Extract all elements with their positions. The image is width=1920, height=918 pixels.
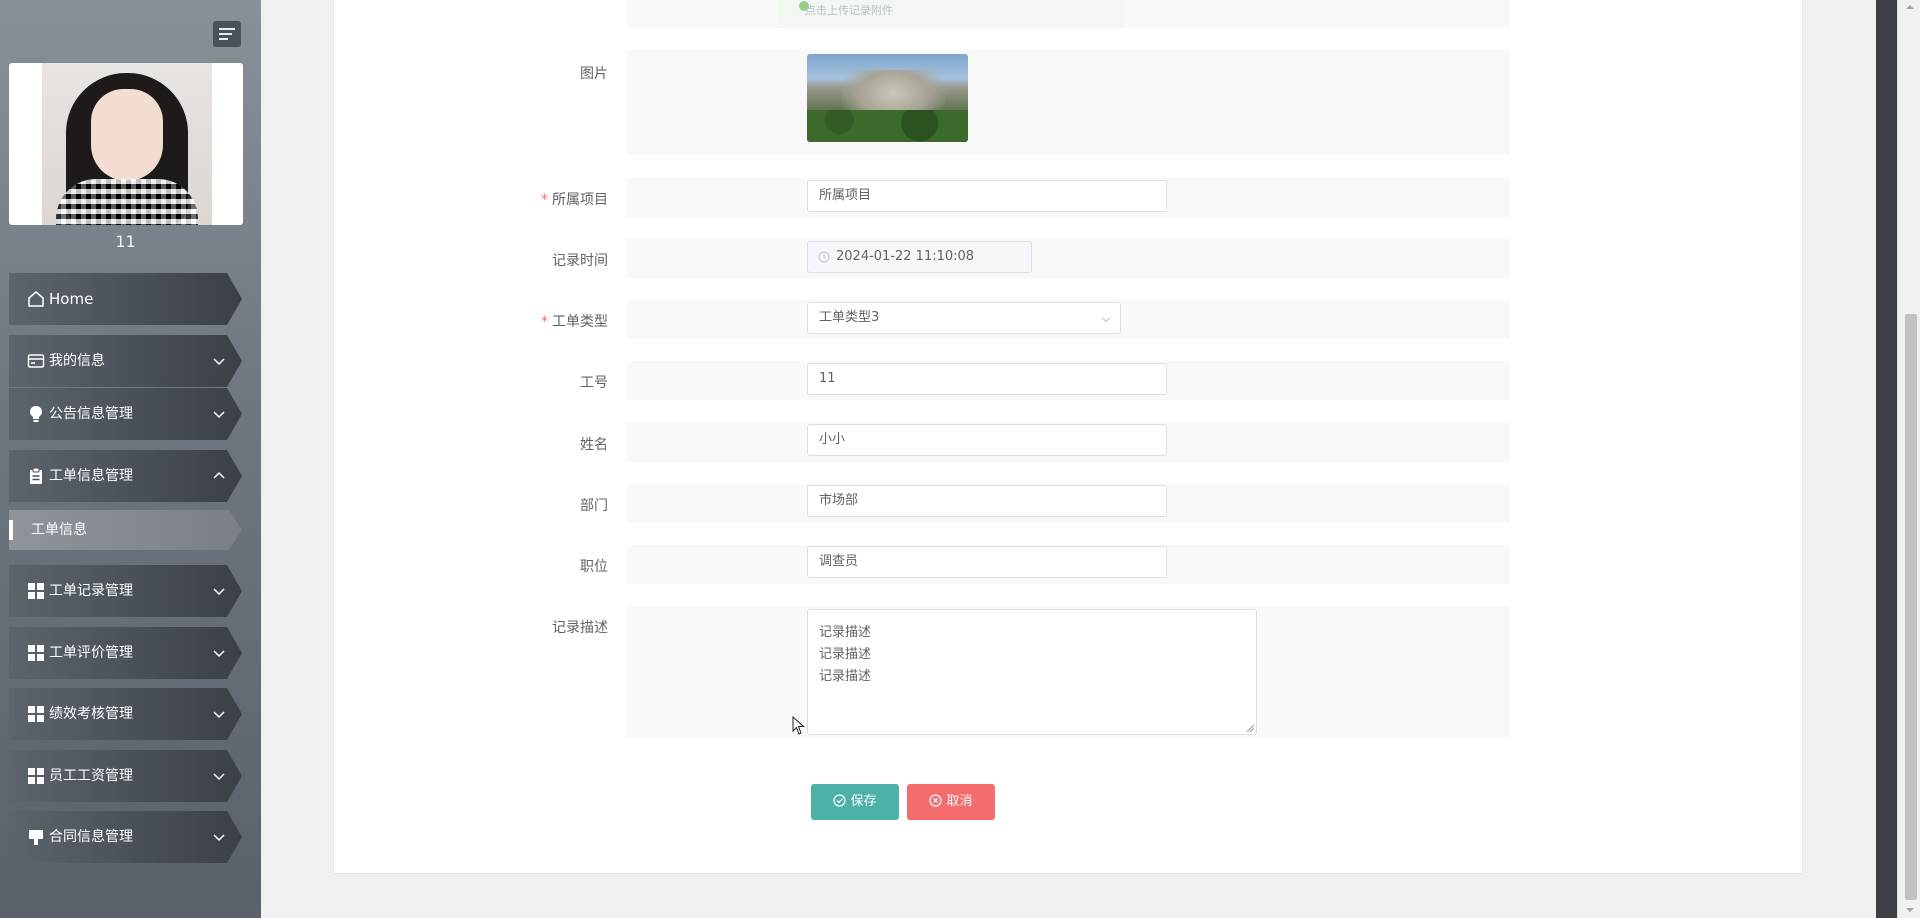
menu-item-label: 工单信息管理 [49,468,133,484]
save-button-label: 保存 [850,794,877,809]
form-row-picture [627,50,1510,155]
avatar-card [9,63,243,225]
menu-item-label: 合同信息管理 [49,829,133,845]
cancel-button-label: 取消 [946,794,973,809]
active-indicator [9,520,13,540]
scrollbar-thumb[interactable] [1905,314,1917,900]
save-button[interactable]: 保存 [811,784,899,820]
home-icon [28,291,44,307]
menu-item-label: 工单评价管理 [49,645,133,661]
menu-item-ticket-info[interactable]: 工单信息管理 [9,450,242,502]
id-card-icon [27,354,45,368]
chevron-down-icon [213,834,225,842]
menu-item-my-info[interactable]: 我的信息 [9,335,242,387]
chevron-down-icon [213,588,225,596]
name-input[interactable]: 小小 [807,424,1167,456]
description-line: 记录描述 [819,669,872,684]
required-mark: * [541,314,548,330]
record-time-label: 记录时间 [552,253,608,269]
scroll-down-icon[interactable] [1904,906,1916,914]
user-name: 11 [115,232,136,251]
department-label: 部门 [580,498,608,514]
menu-item-notice[interactable]: 公告信息管理 [9,388,242,440]
window-edge [1876,0,1897,918]
description-textarea[interactable]: 记录描述 记录描述 记录描述 [807,609,1257,735]
department-input[interactable]: 市场部 [807,485,1167,517]
sidebar: 11 Home 我的信息 公告信息管理 工单信息管理 工单信息 工单记录管理 工… [0,0,261,918]
avatar[interactable] [42,63,212,225]
ticket-type-label: * 工单类型 [541,311,608,331]
chevron-down-icon [213,773,225,781]
project-input[interactable]: 所属项目 [807,180,1167,212]
mouse-cursor-icon [792,716,805,735]
menu-item-label: 公告信息管理 [49,406,133,422]
required-mark: * [541,192,548,208]
menu-item-ticket-record[interactable]: 工单记录管理 [9,565,242,617]
ticket-type-value: 工单类型3 [819,310,880,325]
stamp-icon [29,830,43,845]
submenu-item-ticket-info[interactable]: 工单信息 [9,510,242,550]
menu-item-label: 我的信息 [49,353,105,369]
chevron-down-icon [213,358,225,366]
menu-item-salary[interactable]: 员工工资管理 [9,750,242,802]
upload-hint: 点击上传记录附件 [805,4,893,17]
position-input[interactable]: 调查员 [807,546,1167,578]
picture-label: 图片 [580,66,608,82]
check-circle-icon [833,794,847,807]
clipboard-icon [30,467,42,484]
uploaded-photo[interactable] [807,54,968,142]
grid-icon [28,583,44,599]
menu-item-ticket-review[interactable]: 工单评价管理 [9,627,242,679]
menu-item-label: Home [49,290,94,308]
submenu-item-label: 工单信息 [31,522,87,538]
chevron-down-icon [1101,317,1111,323]
grid-icon [28,645,44,661]
menu-item-contract[interactable]: 合同信息管理 [9,811,242,863]
ticket-type-select[interactable]: 工单类型3 [807,302,1121,334]
menu-item-label: 员工工资管理 [49,768,133,784]
close-circle-icon [929,794,943,807]
cancel-button[interactable]: 取消 [907,784,995,820]
employee-no-input[interactable]: 11 [807,363,1167,395]
description-label: 记录描述 [552,620,608,636]
menu-toggle-icon[interactable] [213,21,241,47]
menu-item-home[interactable]: Home [9,273,242,325]
record-time-value: 2024-01-22 11:10:08 [836,249,975,264]
chevron-up-icon [213,471,225,479]
menu-item-label: 工单记录管理 [49,583,133,599]
form-row-record-time [627,239,1510,278]
clock-icon [818,251,830,263]
chevron-down-icon [213,650,225,658]
ticket-type-label-text: 工单类型 [552,314,608,330]
bulb-icon [30,406,42,422]
project-label: * 所属项目 [541,189,608,209]
grid-icon [28,706,44,722]
resize-grip-icon[interactable] [1246,724,1254,732]
scroll-up-icon[interactable] [1904,3,1916,11]
employee-no-label: 工号 [580,375,608,391]
record-time-input[interactable]: 2024-01-22 11:10:08 [807,241,1032,273]
description-line: 记录描述 [819,647,872,662]
name-label: 姓名 [580,437,608,453]
menu-item-label: 绩效考核管理 [49,706,133,722]
project-label-text: 所属项目 [552,192,608,208]
chevron-down-icon [213,711,225,719]
chevron-down-icon [213,411,225,419]
grid-icon [28,768,44,784]
menu-item-performance[interactable]: 绩效考核管理 [9,688,242,740]
description-line: 记录描述 [819,625,872,640]
position-label: 职位 [580,559,608,575]
